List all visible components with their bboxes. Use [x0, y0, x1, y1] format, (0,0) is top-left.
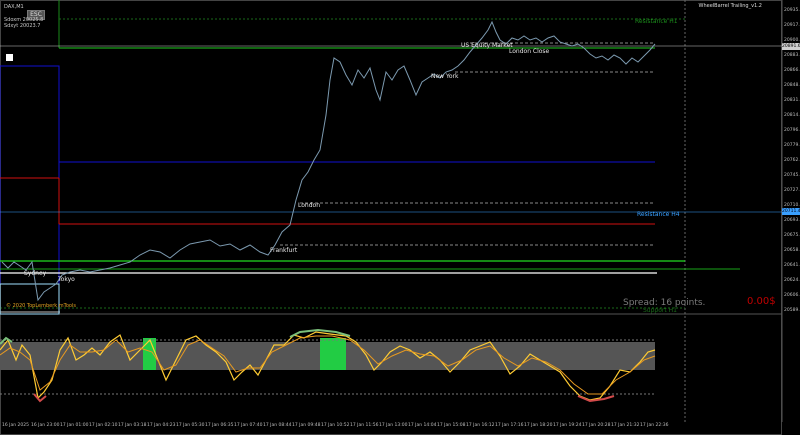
time-tick: 16 Jan 2025 [2, 423, 29, 428]
resistance-h1-label: Resistance H1 [635, 18, 678, 25]
time-tick: 17 Jan 17:16 [495, 423, 524, 428]
price-tick: 20935.8 [784, 8, 800, 13]
session-label-us-equity: US Equity Market [461, 42, 513, 49]
time-tick: 17 Jan 02:10 [89, 423, 118, 428]
resistance-h4-label: Resistance H4 [637, 211, 680, 218]
time-tick: 17 Jan 21:32 [611, 423, 640, 428]
price-tick: 20917.0 [784, 23, 800, 28]
price-tick: 20693.0 [784, 218, 800, 223]
price-tick: 20762.0 [784, 158, 800, 163]
indicator-highlight-1 [143, 338, 156, 370]
price-tick: 20658.0 [784, 248, 800, 253]
time-tick: 17 Jan 07:40 [234, 423, 263, 428]
expert-advisor-label: WheelBarrel Trailing_v1.2 [698, 3, 762, 9]
time-tick: 17 Jan 05:30 [176, 423, 205, 428]
time-tick: 17 Jan 10:52 [321, 423, 350, 428]
current-price-badge: 20891.6 [782, 44, 800, 49]
time-tick: 17 Jan 13:00 [379, 423, 408, 428]
price-series [1, 20, 656, 302]
price-tick: 20624.0 [784, 278, 800, 283]
symbol-label: DAX,M1 [4, 4, 24, 10]
time-tick: 17 Jan 19:24 [553, 423, 582, 428]
price-tick: 20866.0 [784, 68, 800, 73]
time-tick: 17 Jan 15:08 [437, 423, 466, 428]
time-tick: 17 Jan 22:36 [640, 423, 669, 428]
time-tick: 17 Jan 06:35 [205, 423, 234, 428]
info-line-2: Sdxyt 20023.7 [4, 23, 41, 29]
session-label-london: London [298, 202, 320, 209]
price-tick: 20710.0 [784, 203, 800, 208]
indicator-highlight-2 [320, 338, 346, 370]
price-tick: 20779.0 [784, 143, 800, 148]
time-tick: 17 Jan 03:18 [118, 423, 147, 428]
profit-percent: 0.00$ [747, 296, 776, 307]
time-tick: 17 Jan 18:20 [524, 423, 553, 428]
price-tick: 20814.0 [784, 113, 800, 118]
time-tick: 17 Jan 08:44 [263, 423, 292, 428]
price-tick: 20675.0 [784, 233, 800, 238]
price-tick: 20641.0 [784, 263, 800, 268]
time-tick: 17 Jan 01:00 [60, 423, 89, 428]
session-label-frankfurt: Frankfurt [270, 247, 298, 254]
time-tick: 17 Jan 20:28 [582, 423, 611, 428]
price-tick: 20848.0 [784, 83, 800, 88]
time-tick: 17 Jan 09:48 [292, 423, 321, 428]
price-tick: 20745.0 [784, 173, 800, 178]
panel-toggle-button[interactable] [6, 54, 13, 61]
price-tick: 20589.0 [784, 308, 800, 313]
price-chart[interactable] [0, 0, 800, 435]
price-tick: 20606.0 [784, 293, 800, 298]
copyright-text: © 2020 TopLemberk mTools [6, 303, 76, 309]
time-tick: 17 Jan 11:56 [350, 423, 379, 428]
indicator-trough-1 [33, 393, 47, 403]
session-label-new-york: New York [431, 73, 459, 80]
time-tick: 17 Jan 16:12 [466, 423, 495, 428]
price-tick: 20796.0 [784, 128, 800, 133]
session-label-london-close: London Close [509, 48, 550, 55]
price-tick: 20900.2 [784, 38, 800, 43]
h4-price-badge: 20711.4 [782, 209, 800, 214]
support-h1-label: Support H1 [643, 307, 677, 314]
price-tick: 20831.0 [784, 98, 800, 103]
price-tick: 20883.0 [784, 53, 800, 58]
session-label-sydney: Sydney [24, 270, 47, 277]
session-label-tokyo: Tokyo [58, 276, 75, 283]
price-tick: 20727.0 [784, 188, 800, 193]
time-tick: 16 Jan 23:00 [31, 423, 60, 428]
info-panel: Sdoxm 20025.8 Sdxyt 20023.7 [4, 17, 43, 29]
time-tick: 17 Jan 04:23 [147, 423, 176, 428]
time-axis: 16 Jan 2025 16 Jan 23:00 17 Jan 01:00 17 Ja… [0, 422, 685, 434]
time-tick: 17 Jan 14:04 [408, 423, 437, 428]
